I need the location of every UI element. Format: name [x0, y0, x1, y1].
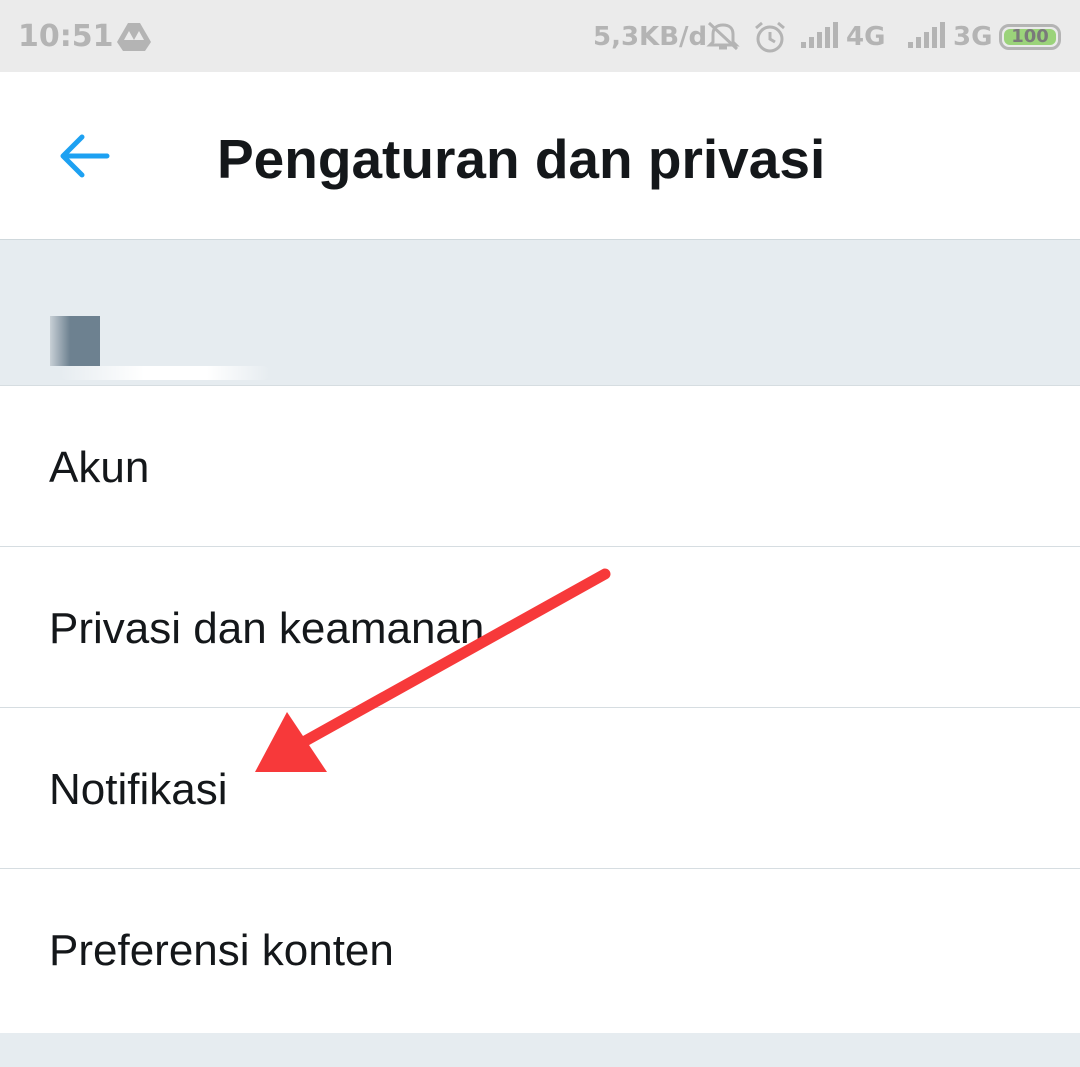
alarm-icon: [753, 20, 787, 58]
signal-icon: [908, 20, 948, 54]
account-section[interactable]: [0, 240, 1080, 386]
battery-level: 100: [1004, 28, 1056, 46]
app-header: Pengaturan dan privasi: [0, 72, 1080, 240]
menu-item-privasi[interactable]: Privasi dan keamanan: [0, 547, 1080, 708]
menu-item-label: Akun: [49, 443, 150, 492]
drive-icon: [116, 22, 152, 56]
menu-item-label: Notifikasi: [49, 765, 228, 814]
section-divider: [0, 1033, 1080, 1067]
menu-item-label: Privasi dan keamanan: [49, 604, 485, 653]
menu-item-notifikasi[interactable]: Notifikasi: [0, 708, 1080, 869]
menu-item-preferensi[interactable]: Preferensi konten: [0, 869, 1080, 1031]
page-title: Pengaturan dan privasi: [217, 128, 826, 190]
mute-icon: [705, 20, 741, 56]
settings-menu: Akun Privasi dan keamanan Notifikasi Pre…: [0, 386, 1080, 1031]
net-speed: 5,3KB/d: [593, 22, 708, 52]
status-time: 10:51: [18, 19, 114, 54]
username-redacted: [60, 366, 270, 380]
menu-item-label: Preferensi konten: [49, 926, 394, 975]
battery-icon: 100: [999, 24, 1061, 50]
signal-icon: [801, 20, 841, 54]
avatar: [50, 316, 100, 366]
back-button[interactable]: [52, 124, 116, 188]
arrow-left-icon: [60, 134, 110, 178]
menu-item-akun[interactable]: Akun: [0, 386, 1080, 547]
network-type-1: 4G: [846, 22, 886, 52]
network-type-2: 3G: [953, 22, 993, 52]
status-bar: 10:51 5,3KB/d 4G 3G 100: [0, 0, 1080, 72]
